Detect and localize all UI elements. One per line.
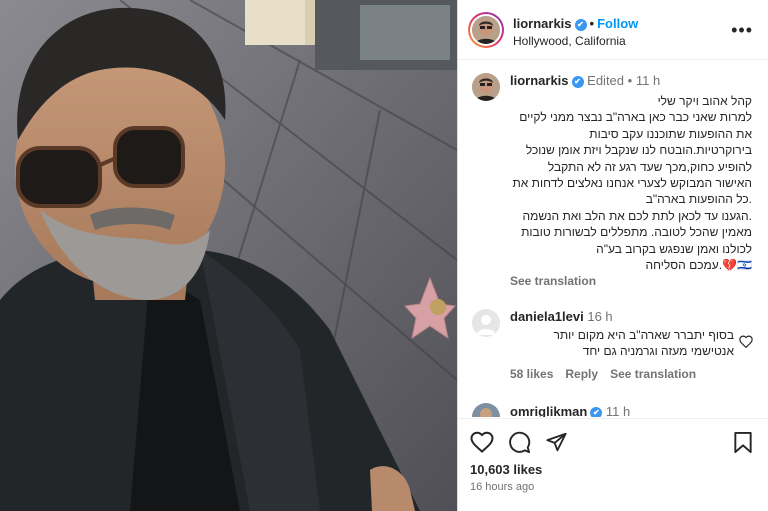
comment-avatar[interactable] <box>472 309 500 337</box>
dot-separator: • <box>589 16 595 31</box>
comment-icon[interactable] <box>508 431 531 454</box>
comment-time: 16 h <box>587 309 613 324</box>
verified-badge-icon: ✔ <box>590 407 603 417</box>
comment-username[interactable]: omriglikman <box>510 404 587 417</box>
post-author: liornarkis ✔ • Follow <box>513 16 638 31</box>
caption-avatar[interactable] <box>472 73 500 101</box>
verified-badge-icon: ✔ <box>571 76 584 88</box>
comment-time: 11 h <box>605 404 631 417</box>
post-panel: liornarkis ✔ • Follow Hollywood, California… <box>457 0 768 511</box>
caption-header: liornarkis ✔ Edited • 11 h <box>510 73 660 88</box>
bookmark-icon[interactable] <box>733 431 753 454</box>
follow-button[interactable]: Follow <box>597 16 638 31</box>
post-timestamp: 16 hours ago <box>470 481 535 493</box>
comment-see-translation[interactable]: See translation <box>610 367 696 381</box>
comment-likes-count[interactable]: 58 likes <box>510 367 553 381</box>
comment-username[interactable]: daniela1levi <box>510 309 584 324</box>
caption-username[interactable]: liornarkis <box>510 73 569 88</box>
post-photo <box>0 0 457 511</box>
more-options-icon[interactable]: ••• <box>731 20 753 41</box>
post-actions-bar: 10,603 likes 16 hours ago <box>458 418 768 511</box>
author-avatar[interactable] <box>472 16 500 44</box>
comment-actions: 58 likes Reply See translation <box>510 367 708 381</box>
edited-label: Edited <box>587 73 625 88</box>
post-header: liornarkis ✔ • Follow Hollywood, California… <box>458 0 768 60</box>
send-icon[interactable] <box>545 431 568 453</box>
comment-header: omriglikman ✔ 11 h <box>510 404 630 417</box>
caption-text: קהל אהוב ויקר שלי למרות שאני כבר כאן באר… <box>512 94 753 273</box>
comment-reply-button[interactable]: Reply <box>565 367 598 381</box>
comment-avatar[interactable] <box>472 403 500 417</box>
verified-badge-icon: ✔ <box>574 19 587 31</box>
caption-see-translation[interactable]: See translation <box>510 274 596 288</box>
post-location[interactable]: Hollywood, California <box>513 34 626 48</box>
comment-text: בסוף יתברר שארה"ב היא מקום יותר אנטישמי … <box>553 328 734 358</box>
dot-separator: • <box>627 73 633 88</box>
comment-like-heart-icon[interactable] <box>739 335 753 348</box>
heart-icon[interactable] <box>470 431 494 453</box>
author-avatar-ring[interactable] <box>468 12 504 48</box>
comment-header: daniela1levi 16 h <box>510 309 613 324</box>
post-likes-count[interactable]: 10,603 likes <box>470 462 542 477</box>
author-username[interactable]: liornarkis <box>513 16 572 31</box>
caption-time: 11 h <box>635 73 661 88</box>
comments-list[interactable]: liornarkis ✔ Edited • 11 h קהל אהוב ויקר … <box>458 61 768 417</box>
